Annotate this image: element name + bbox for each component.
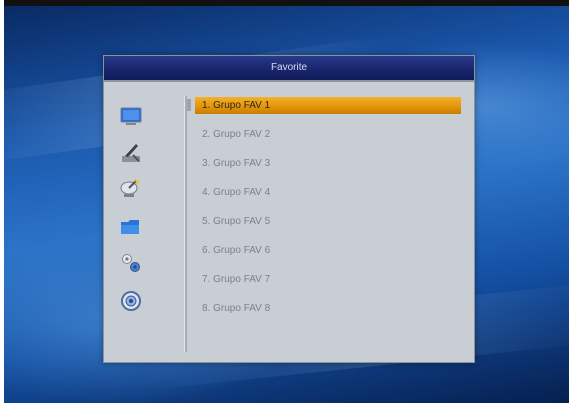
dialog-header: Favorite [104, 56, 474, 82]
favorite-group-5[interactable]: 5. Grupo FAV 5 [195, 213, 461, 230]
dialog-title: Favorite [270, 62, 308, 73]
folder-icon[interactable] [118, 214, 144, 240]
favorite-group-4[interactable]: 4. Grupo FAV 4 [195, 184, 461, 201]
favorite-group-1[interactable]: 1. Grupo FAV 1 [195, 97, 461, 114]
tv-icon[interactable] [118, 104, 144, 130]
favorite-group-7[interactable]: 7. Grupo FAV 7 [195, 271, 461, 288]
favorite-group-2[interactable]: 2. Grupo FAV 2 [195, 126, 461, 143]
favorite-group-6[interactable]: 6. Grupo FAV 6 [195, 242, 461, 259]
favorite-dialog: Favorite 1. Grupo FAV 1 2. Grupo FAV 2 3… [103, 55, 475, 363]
info-icon[interactable] [118, 288, 144, 314]
list-divider [184, 96, 187, 352]
installation-tools-icon[interactable] [118, 140, 144, 166]
favorite-group-3[interactable]: 3. Grupo FAV 3 [195, 155, 461, 172]
scroll-indicator[interactable] [187, 99, 191, 111]
favorite-group-8[interactable]: 8. Grupo FAV 8 [195, 300, 461, 317]
settings-gears-icon[interactable] [118, 250, 144, 276]
satellite-dish-icon[interactable] [118, 174, 144, 200]
